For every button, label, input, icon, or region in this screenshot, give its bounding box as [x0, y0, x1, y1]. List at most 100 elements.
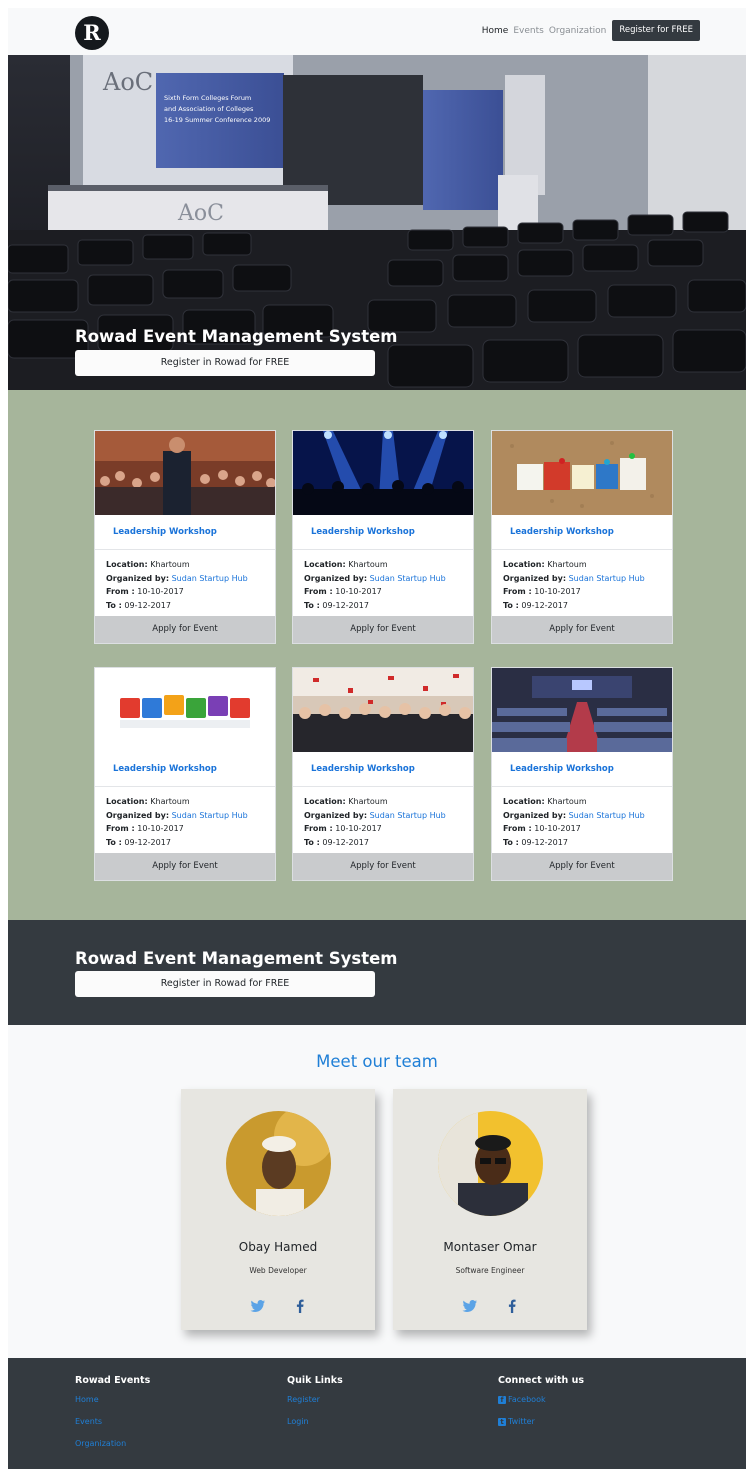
card-divider [492, 549, 672, 550]
footer-link-label: Events [75, 1417, 103, 1426]
event-details: Location: Khartoum Organized by: Sudan S… [304, 558, 446, 612]
member-name: Montaser Omar [443, 1240, 537, 1254]
footer: Rowad Events Home Events Organization Qu… [8, 1358, 746, 1469]
footer-link-organization[interactable]: Organization [75, 1439, 150, 1461]
organized-by-label: Organized by: [503, 810, 567, 820]
event-title[interactable]: Leadership Workshop [311, 527, 415, 537]
nav-register-button[interactable]: Register for FREE [612, 20, 700, 41]
event-location: Khartoum [547, 560, 587, 569]
event-organizer-link[interactable]: Sudan Startup Hub [172, 811, 248, 820]
event-organizer-link[interactable]: Sudan Startup Hub [370, 574, 446, 583]
footer-link-label: Register [287, 1395, 320, 1404]
event-organizer-link[interactable]: Sudan Startup Hub [569, 811, 645, 820]
twitter-icon[interactable] [462, 1298, 478, 1314]
event-title[interactable]: Leadership Workshop [311, 764, 415, 774]
hero-title: Rowad Event Management System [75, 327, 398, 346]
team-member-card: Obay Hamed Web Developer [181, 1089, 375, 1330]
nav-links: Home Events Organization Register for FR… [482, 20, 700, 41]
event-to-date: 09-12-2017 [521, 837, 568, 847]
rowad-logo[interactable]: R [75, 16, 109, 50]
card-divider [492, 786, 672, 787]
footer-link-home[interactable]: Home [75, 1395, 150, 1417]
event-title[interactable]: Leadership Workshop [113, 764, 217, 774]
nav-link-organization[interactable]: Organization [549, 26, 607, 36]
hero-banner: AoC Sixth Form Colleges Forum and Associ… [8, 55, 746, 390]
event-title[interactable]: Leadership Workshop [510, 764, 614, 774]
organized-by-label: Organized by: [304, 810, 368, 820]
event-location: Khartoum [150, 560, 190, 569]
card-divider [95, 549, 275, 550]
apply-for-event-button[interactable]: Apply for Event [95, 616, 275, 643]
hero-podium-logo: AoC [177, 201, 224, 226]
event-card: Leadership Workshop Location: Khartoum O… [491, 430, 673, 644]
event-from-date: 10-10-2017 [137, 824, 184, 833]
twitter-icon[interactable] [250, 1298, 266, 1314]
hero-backdrop-banner-line-3: 16-19 Summer Conference 2009 [164, 116, 270, 124]
organized-by-label: Organized by: [106, 573, 170, 583]
footer-link-label: Organization [75, 1439, 127, 1448]
card-divider [95, 786, 275, 787]
event-image-concert[interactable] [293, 431, 473, 515]
twitter-square-icon: t [498, 1418, 506, 1426]
footer-link-register[interactable]: Register [287, 1395, 343, 1417]
organized-by-label: Organized by: [106, 810, 170, 820]
nav-link-home[interactable]: Home [482, 26, 509, 36]
event-to-date: 09-12-2017 [521, 600, 568, 610]
facebook-icon[interactable] [504, 1298, 520, 1314]
event-image-blocks[interactable] [95, 668, 275, 752]
event-card: Leadership Workshop Location: Khartoum O… [491, 667, 673, 881]
event-image-hall[interactable] [492, 668, 672, 752]
apply-for-event-button[interactable]: Apply for Event [293, 616, 473, 643]
cta-register-button[interactable]: Register in Rowad for FREE [75, 971, 375, 997]
from-label: From : [304, 824, 333, 833]
team-member-card: Montaser Omar Software Engineer [393, 1089, 587, 1330]
location-label: Location: [304, 797, 346, 806]
footer-link-login[interactable]: Login [287, 1417, 343, 1439]
event-organizer-link[interactable]: Sudan Startup Hub [172, 574, 248, 583]
organized-by-label: Organized by: [304, 573, 368, 583]
from-label: From : [106, 824, 135, 833]
location-label: Location: [106, 797, 148, 806]
logo-letter: R [83, 20, 101, 45]
hero-register-button[interactable]: Register in Rowad for FREE [75, 350, 375, 376]
footer-link-twitter[interactable]: t Twitter [498, 1417, 584, 1439]
event-image-party[interactable] [293, 668, 473, 752]
member-role: Web Developer [249, 1266, 307, 1275]
event-title[interactable]: Leadership Workshop [113, 527, 217, 537]
event-to-date: 09-12-2017 [124, 600, 171, 610]
hero-backdrop-banner-line-2: and Association of Colleges [164, 105, 254, 113]
to-label: To : [304, 837, 320, 847]
events-section: Leadership Workshop Location: Khartoum O… [8, 390, 746, 920]
apply-for-event-button[interactable]: Apply for Event [95, 853, 275, 880]
apply-for-event-button[interactable]: Apply for Event [492, 853, 672, 880]
apply-for-event-button[interactable]: Apply for Event [293, 853, 473, 880]
event-card: Leadership Workshop Location: Khartoum O… [94, 430, 276, 644]
footer-link-label: Login [287, 1417, 309, 1426]
card-divider [293, 549, 473, 550]
footer-link-label: Facebook [508, 1395, 546, 1404]
event-image-letters[interactable] [492, 431, 672, 515]
to-label: To : [304, 600, 320, 610]
event-organizer-link[interactable]: Sudan Startup Hub [370, 811, 446, 820]
apply-for-event-button[interactable]: Apply for Event [492, 616, 672, 643]
from-label: From : [503, 824, 532, 833]
event-details: Location: Khartoum Organized by: Sudan S… [503, 795, 645, 849]
footer-link-label: Twitter [508, 1417, 535, 1426]
to-label: To : [503, 600, 519, 610]
event-title[interactable]: Leadership Workshop [510, 527, 614, 537]
footer-link-facebook[interactable]: f Facebook [498, 1395, 584, 1417]
facebook-icon[interactable] [292, 1298, 308, 1314]
page: R Home Events Organization Register for … [8, 8, 746, 1469]
event-location: Khartoum [547, 797, 587, 806]
location-label: Location: [503, 560, 545, 569]
from-label: From : [304, 587, 333, 596]
footer-link-events[interactable]: Events [75, 1417, 150, 1439]
to-label: To : [503, 837, 519, 847]
team-section: Meet our team Obay Hamed Web Developer M… [8, 1025, 746, 1358]
event-organizer-link[interactable]: Sudan Startup Hub [569, 574, 645, 583]
nav-link-events[interactable]: Events [513, 26, 543, 36]
footer-column-connect: Connect with us f Facebook t Twitter [498, 1375, 584, 1439]
hero-backdrop-logo: AoC [102, 68, 153, 96]
event-image-speaker[interactable] [95, 431, 275, 515]
event-details: Location: Khartoum Organized by: Sudan S… [503, 558, 645, 612]
